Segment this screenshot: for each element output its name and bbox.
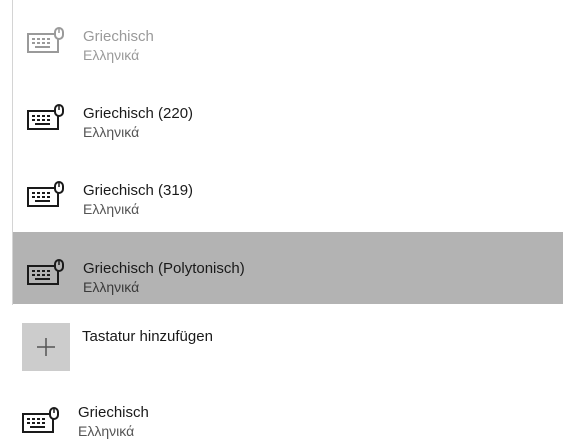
installed-keyboard-texts: Griechisch Ελληνικά <box>78 403 149 440</box>
option-name: Griechisch (Polytonisch) <box>83 260 245 277</box>
option-language: Ελληνικά <box>83 201 140 217</box>
keyboard-icon <box>22 406 62 434</box>
option-language: Ελληνικά <box>83 47 140 63</box>
keyboard-option-griechisch-220[interactable]: Griechisch (220) Ελληνικά <box>13 77 563 149</box>
keyboard-option-griechisch[interactable]: Griechisch Ελληνικά <box>13 0 563 72</box>
option-name: Griechisch (220) <box>83 105 194 122</box>
installed-keyboard-name: Griechisch <box>78 404 149 421</box>
keyboard-option-griechisch-polytonisch[interactable]: Griechisch (Polytonisch) Ελληνικά <box>13 232 563 304</box>
option-texts: Griechisch (220) Ελληνικά <box>83 104 193 141</box>
plus-icon <box>37 338 55 356</box>
option-language: Ελληνικά <box>83 279 140 295</box>
option-texts: Griechisch (Polytonisch) Ελληνικά <box>83 259 245 296</box>
keyboard-icon <box>27 103 67 131</box>
option-texts: Griechisch Ελληνικά <box>83 27 154 64</box>
option-texts: Griechisch (319) Ελληνικά <box>83 181 193 218</box>
keyboard-layout-dropdown: Griechisch Ελληνικά Griechisch (220) Ελλ… <box>12 0 563 305</box>
keyboard-icon <box>27 26 67 54</box>
keyboard-icon <box>27 180 67 208</box>
keyboard-option-griechisch-319[interactable]: Griechisch (319) Ελληνικά <box>13 154 563 226</box>
add-keyboard-button[interactable]: Tastatur hinzufügen <box>22 321 542 381</box>
add-keyboard-label: Tastatur hinzufügen <box>82 328 213 345</box>
option-language: Ελληνικά <box>83 124 140 140</box>
plus-tile[interactable] <box>22 323 70 371</box>
option-name: Griechisch <box>83 28 154 45</box>
keyboard-icon <box>27 258 67 286</box>
option-name: Griechisch (319) <box>83 182 194 199</box>
installed-keyboard-language: Ελληνικά <box>78 423 135 439</box>
installed-keyboard-item[interactable]: Griechisch Ελληνικά <box>0 395 563 447</box>
